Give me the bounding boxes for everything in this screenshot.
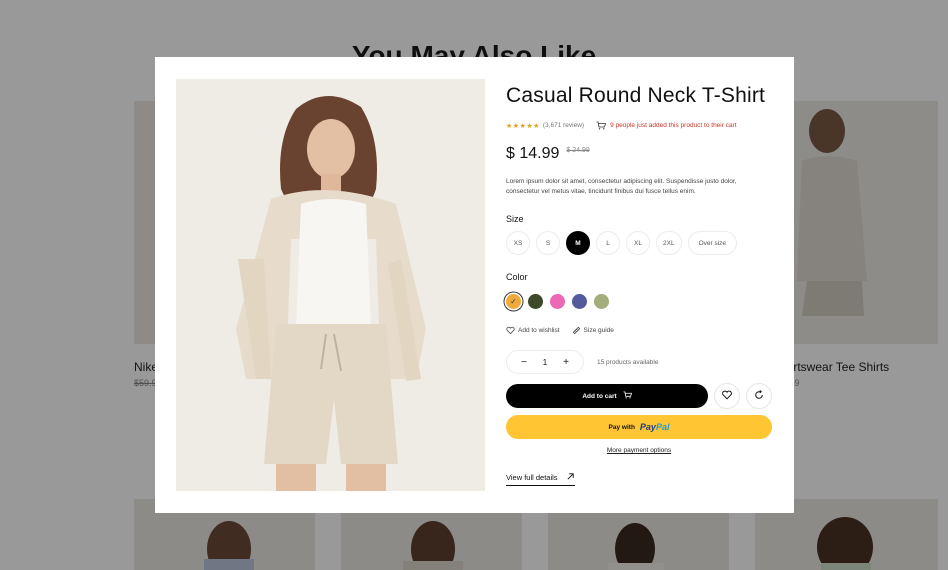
quick-view-modal: Casual Round Neck T-Shirt ★★★★★ (3,671 r… xyxy=(155,57,794,513)
refresh-icon xyxy=(754,387,764,405)
size-guide-link[interactable]: Size guide xyxy=(572,326,614,335)
star-rating: ★★★★★ xyxy=(506,122,540,130)
size-option-s[interactable]: S xyxy=(536,231,560,255)
ruler-icon xyxy=(572,326,581,335)
add-to-wishlist-link[interactable]: Add to wishlist xyxy=(506,326,560,335)
size-selector: XS S M L XL 2XL Over size xyxy=(506,231,738,255)
cart-icon xyxy=(623,391,632,401)
wishlist-button[interactable] xyxy=(714,383,740,409)
original-price: $ 24.99 xyxy=(566,147,590,154)
size-option-xs[interactable]: XS xyxy=(506,231,530,255)
view-full-details-label: View full details xyxy=(506,473,558,482)
paypal-button[interactable]: Pay with PayPal xyxy=(506,415,772,439)
increase-quantity-button[interactable]: + xyxy=(563,357,569,368)
extra-links: Add to wishlist Size guide xyxy=(506,326,614,335)
color-swatch-olive[interactable] xyxy=(528,294,543,309)
quantity-stepper: − 1 + xyxy=(506,350,584,374)
product-title: Casual Round Neck T-Shirt xyxy=(506,84,766,107)
color-selector: ✓ xyxy=(506,294,609,309)
price-row: $ 14.99 $ 24.99 xyxy=(506,145,590,163)
size-option-oversize[interactable]: Over size xyxy=(687,231,738,255)
size-label: Size xyxy=(506,214,524,224)
quantity-value[interactable]: 1 xyxy=(543,358,547,367)
arrow-up-right-icon xyxy=(566,472,575,483)
color-swatch-sage[interactable] xyxy=(594,294,609,309)
paypal-logo: PayPal xyxy=(639,422,670,432)
view-full-details-link[interactable]: View full details xyxy=(506,472,575,486)
add-to-cart-label: Add to cart xyxy=(582,392,617,400)
size-guide-label: Size guide xyxy=(583,327,614,334)
size-option-m[interactable]: M xyxy=(566,231,590,255)
cart-icon xyxy=(596,121,607,130)
pay-with-label: Pay with xyxy=(608,423,635,431)
review-count[interactable]: (3,671 review) xyxy=(543,122,584,129)
color-swatch-orange[interactable]: ✓ xyxy=(506,294,521,309)
rating-row: ★★★★★ (3,671 review) 9 people just added… xyxy=(506,121,737,130)
heart-icon xyxy=(506,326,515,335)
wishlist-label: Add to wishlist xyxy=(518,327,560,334)
product-description: Lorem ipsum dolor sit amet, consectetur … xyxy=(506,178,737,195)
cart-activity-notice: 9 people just added this product to thei… xyxy=(610,122,737,129)
quantity-row: − 1 + 15 products available xyxy=(506,350,658,374)
size-option-2xl[interactable]: 2XL xyxy=(656,231,682,255)
compare-button[interactable] xyxy=(746,383,772,409)
stock-availability: 15 products available xyxy=(597,358,659,366)
color-swatch-indigo[interactable] xyxy=(572,294,587,309)
size-option-xl[interactable]: XL xyxy=(626,231,650,255)
current-price: $ 14.99 xyxy=(506,145,560,162)
cart-actions: Add to cart xyxy=(506,383,772,409)
size-option-l[interactable]: L xyxy=(596,231,620,255)
product-image xyxy=(176,79,485,491)
more-payment-options-link[interactable]: More payment options xyxy=(506,447,772,454)
color-label: Color xyxy=(506,272,528,282)
decrease-quantity-button[interactable]: − xyxy=(521,357,527,368)
check-icon: ✓ xyxy=(510,297,517,306)
heart-icon xyxy=(722,387,732,405)
add-to-cart-button[interactable]: Add to cart xyxy=(506,384,708,408)
color-swatch-pink[interactable] xyxy=(550,294,565,309)
